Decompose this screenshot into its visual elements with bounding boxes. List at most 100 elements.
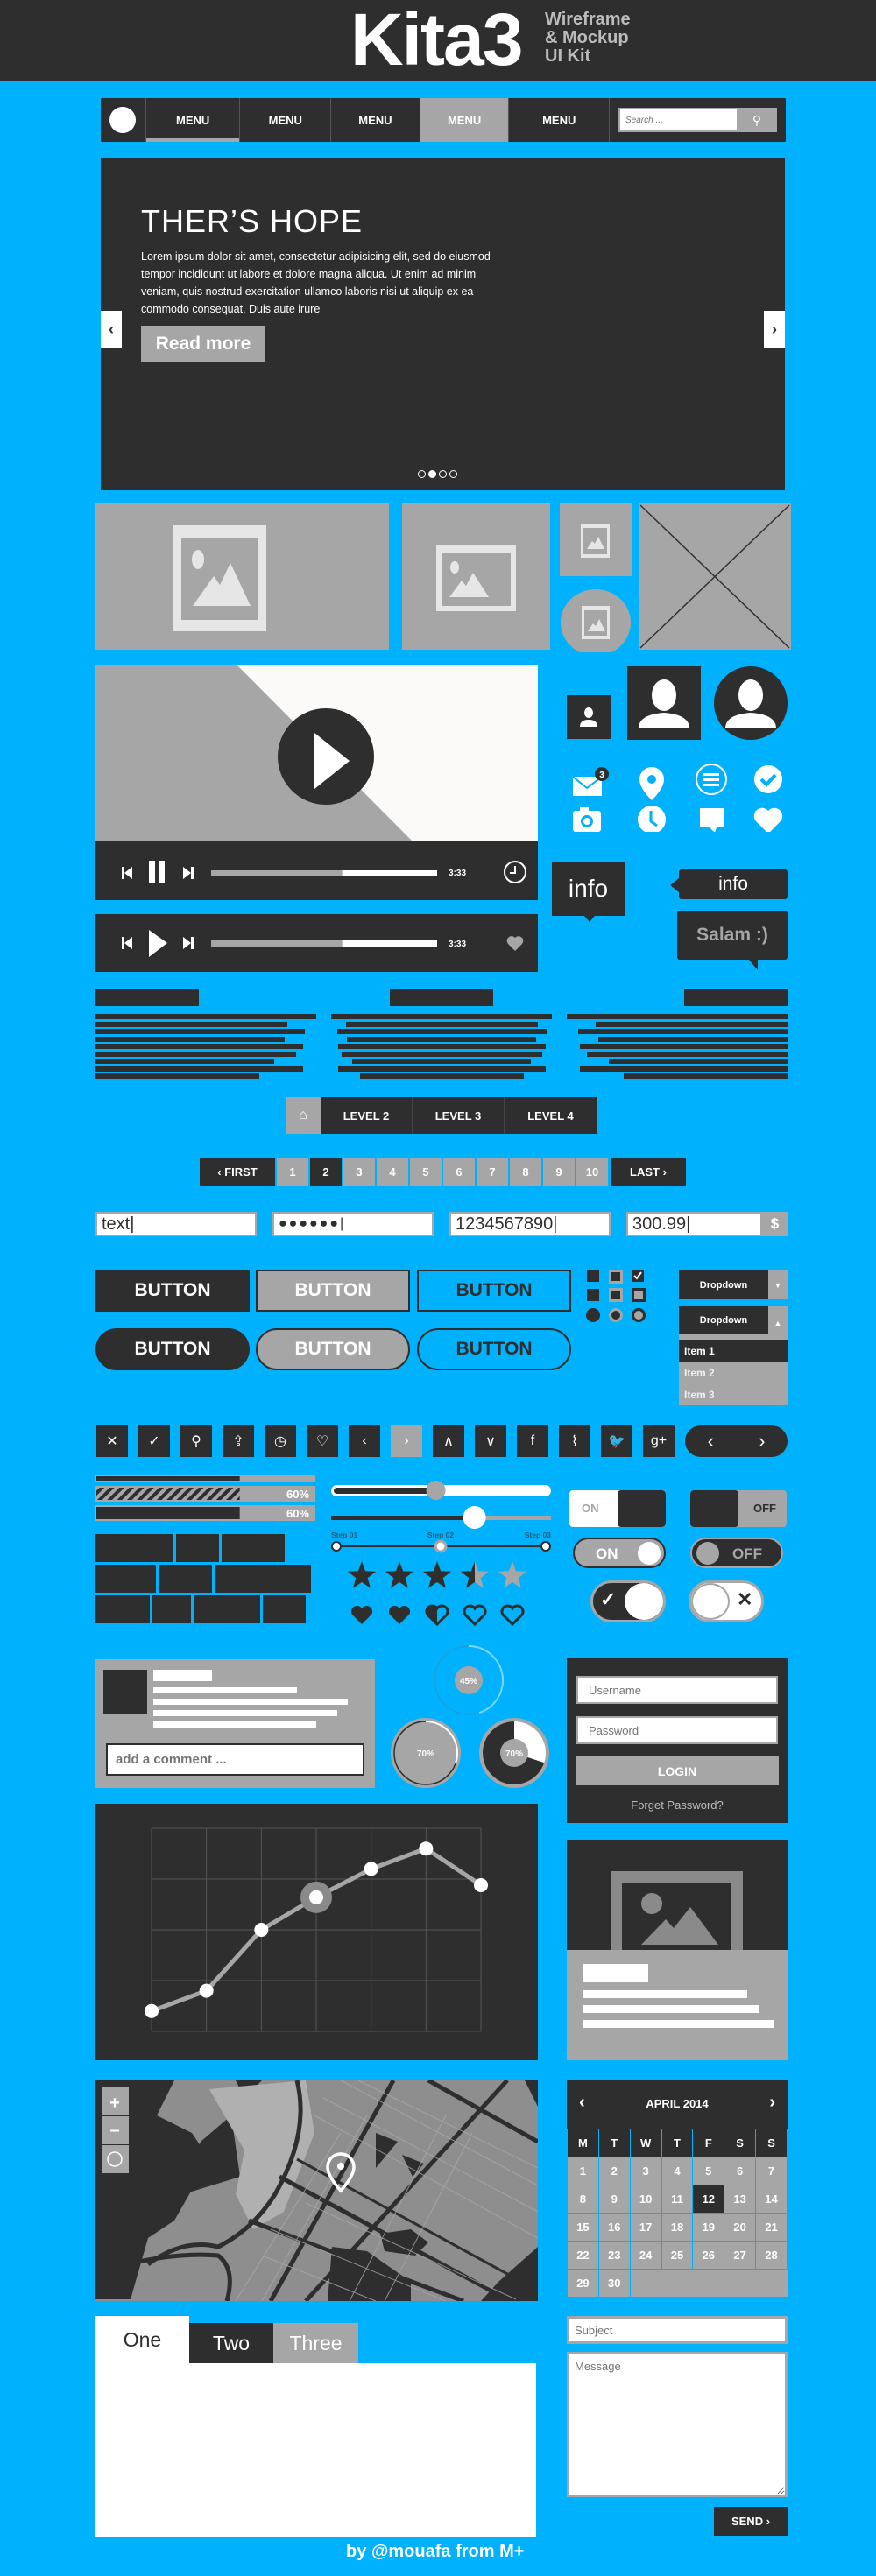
calendar-day[interactable]: 17: [629, 2213, 662, 2242]
range-slider-2[interactable]: [331, 1506, 551, 1529]
clock-button[interactable]: ◷: [265, 1425, 296, 1457]
rating-star[interactable]: [422, 1561, 452, 1588]
calendar-day[interactable]: 28: [755, 2241, 788, 2270]
calendar-day[interactable]: 2: [597, 2157, 631, 2185]
dropdown-item-2[interactable]: Item 2: [679, 1362, 788, 1383]
calendar-day-selected[interactable]: 12: [692, 2185, 725, 2214]
toggle-check-on[interactable]: ✓: [590, 1580, 666, 1622]
rating-star[interactable]: [347, 1561, 377, 1588]
chevron-left-button[interactable]: ‹: [349, 1425, 380, 1457]
slide-dot-active[interactable]: [428, 470, 436, 478]
range-slider-1[interactable]: [331, 1481, 551, 1500]
calendar-day[interactable]: 24: [629, 2241, 662, 2270]
tab-three[interactable]: Three: [273, 2323, 358, 2363]
video-progress-bar[interactable]: [211, 870, 437, 876]
calendar-day[interactable]: 18: [661, 2213, 694, 2242]
subject-input[interactable]: [567, 2316, 788, 2344]
calendar-day[interactable]: 19: [692, 2213, 725, 2242]
check-button[interactable]: ✓: [138, 1425, 170, 1457]
forgot-password-link[interactable]: Forget Password?: [567, 1798, 788, 1812]
button-dark-rounded[interactable]: BUTTON: [95, 1328, 250, 1370]
button-outline[interactable]: BUTTON: [417, 1270, 571, 1312]
step-dot[interactable]: [540, 1541, 551, 1552]
radio-hover[interactable]: [609, 1308, 623, 1322]
check-circle-icon[interactable]: [754, 765, 782, 793]
close-button[interactable]: ✕: [96, 1425, 128, 1457]
step-dot[interactable]: [331, 1541, 342, 1552]
calendar-day[interactable]: 9: [597, 2185, 631, 2214]
dropdown-open[interactable]: Dropdown: [679, 1306, 768, 1334]
step-dot-current[interactable]: [434, 1539, 448, 1553]
rating-heart[interactable]: [425, 1604, 449, 1627]
button-gray[interactable]: BUTTON: [256, 1270, 410, 1312]
data-point[interactable]: [474, 1877, 488, 1892]
chevron-down-button[interactable]: ∨: [475, 1425, 506, 1457]
big-play-button[interactable]: [278, 708, 374, 805]
chevron-up-button[interactable]: ∧: [433, 1425, 464, 1457]
calendar-day[interactable]: 5: [692, 2157, 725, 2185]
pagination-page[interactable]: 9: [543, 1158, 575, 1186]
nav-item-4[interactable]: MENU: [420, 98, 510, 142]
calendar-day[interactable]: 1: [567, 2157, 599, 2185]
button-dark[interactable]: BUTTON: [95, 1270, 250, 1312]
calendar-day[interactable]: 26: [692, 2241, 725, 2270]
calendar-day[interactable]: 4: [661, 2157, 694, 2185]
pagination-page[interactable]: 7: [477, 1158, 508, 1186]
calendar-day[interactable]: 6: [724, 2157, 757, 2185]
chevron-left-icon[interactable]: ‹: [708, 1430, 714, 1453]
map-zoom-out-button[interactable]: –: [102, 2116, 129, 2144]
share-button[interactable]: ⇪: [223, 1425, 254, 1457]
nav-item-1[interactable]: MENU: [146, 98, 241, 142]
breadcrumb-home[interactable]: ⌂: [286, 1097, 321, 1134]
pagination-first[interactable]: ‹ FIRST: [200, 1158, 275, 1186]
calendar-day[interactable]: 27: [724, 2241, 757, 2270]
chevron-right-button[interactable]: ›: [391, 1425, 422, 1457]
pagination-page[interactable]: 10: [576, 1158, 608, 1186]
toggle-pill-off[interactable]: OFF: [690, 1538, 783, 1568]
toggle-pill-on[interactable]: ON: [573, 1538, 666, 1568]
rating-star[interactable]: [460, 1561, 490, 1588]
data-point[interactable]: [309, 1890, 323, 1904]
rating-heart[interactable]: [388, 1605, 411, 1624]
breadcrumb-level-3[interactable]: LEVEL 3: [413, 1097, 505, 1134]
pagination-page[interactable]: 8: [510, 1158, 541, 1186]
calendar-day[interactable]: 7: [755, 2157, 788, 2185]
slide-dot[interactable]: [449, 470, 457, 478]
rating-heart[interactable]: [350, 1605, 373, 1624]
calendar-day[interactable]: 15: [567, 2213, 599, 2242]
checkbox-unchecked[interactable]: [587, 1270, 599, 1282]
button-outline-rounded[interactable]: BUTTON: [417, 1328, 571, 1370]
calendar-day[interactable]: 29: [567, 2269, 599, 2298]
checkbox-hover[interactable]: [609, 1288, 623, 1302]
toggle-x-off[interactable]: ✕: [689, 1580, 764, 1622]
search-button[interactable]: ⚲: [180, 1425, 212, 1457]
rating-heart[interactable]: [500, 1604, 525, 1627]
pagination-page[interactable]: 1: [277, 1158, 308, 1186]
pagination-page[interactable]: 3: [343, 1158, 375, 1186]
dropdown-closed[interactable]: Dropdown: [679, 1270, 768, 1299]
pagination-page[interactable]: 6: [443, 1158, 475, 1186]
pagination-last[interactable]: LAST ›: [611, 1158, 686, 1186]
search-button[interactable]: ⚲: [737, 108, 778, 132]
calendar-day[interactable]: 11: [661, 2185, 694, 2214]
mail-icon[interactable]: 3: [572, 767, 609, 796]
login-button[interactable]: LOGIN: [576, 1756, 779, 1785]
twitter-button[interactable]: 🐦: [601, 1425, 632, 1457]
data-point[interactable]: [145, 2003, 159, 2018]
nav-item-2[interactable]: MENU: [240, 98, 332, 142]
calendar-day[interactable]: 3: [629, 2157, 662, 2185]
map-locate-button[interactable]: [102, 2145, 129, 2173]
toggle-square-on[interactable]: ON: [569, 1490, 666, 1527]
number-input[interactable]: 1234567890 |: [449, 1212, 611, 1236]
nav-item-3[interactable]: MENU: [331, 98, 420, 142]
nav-item-5[interactable]: MENU: [509, 98, 611, 142]
read-more-button[interactable]: Read more: [141, 326, 265, 362]
calendar-day[interactable]: 25: [661, 2241, 694, 2270]
dropdown-item-1[interactable]: Item 1: [679, 1340, 788, 1362]
message-textarea[interactable]: [567, 2352, 788, 2497]
data-point[interactable]: [419, 1841, 434, 1856]
rss-button[interactable]: ⌇: [559, 1425, 590, 1457]
currency-input[interactable]: 300.99 |: [626, 1212, 762, 1236]
search-input[interactable]: [618, 108, 738, 132]
dropdown-toggle[interactable]: ▼: [768, 1270, 788, 1299]
